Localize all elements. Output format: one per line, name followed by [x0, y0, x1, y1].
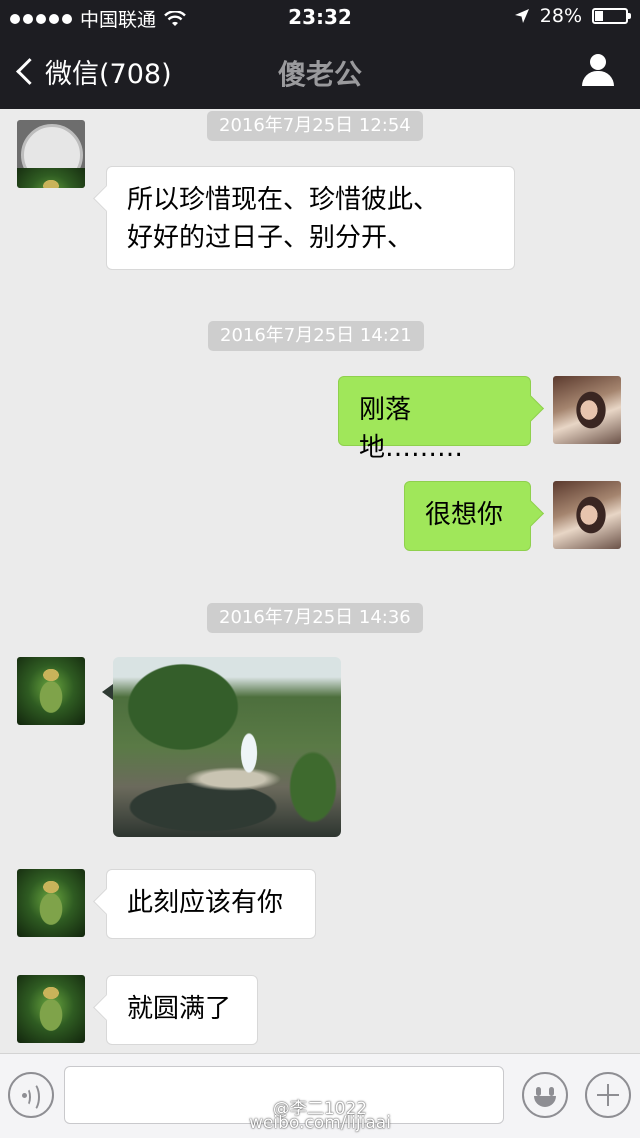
contact-avatar[interactable] [17, 869, 85, 937]
status-bar: 中国联通 23:32 28% [0, 0, 640, 34]
contact-avatar[interactable] [17, 975, 85, 1043]
timestamp: 2016年7月25日 12:54 [207, 111, 423, 141]
chat-title: 傻老公 [277, 58, 362, 91]
timestamp: 2016年7月25日 14:21 [208, 321, 424, 351]
message-text-line: 好好的过日子、别分开、 [127, 223, 414, 253]
waterfall-photo-message[interactable] [113, 657, 341, 837]
battery-icon [592, 8, 631, 24]
my-avatar[interactable] [553, 376, 621, 444]
message-text-line: 所以珍惜现在、珍惜彼此、 [127, 185, 440, 215]
contact-profile-icon[interactable] [582, 54, 614, 88]
outgoing-message-bubble[interactable]: 很想你 [404, 481, 531, 551]
timestamp: 2016年7月25日 14:36 [207, 603, 423, 633]
contact-avatar-loading[interactable] [17, 120, 85, 188]
watermark-url: weibo.com/lijiaai [249, 1113, 391, 1133]
contact-avatar[interactable] [17, 657, 85, 725]
message-text: 刚落地……… [359, 395, 464, 463]
nav-bar: 微信(708) 傻老公 [0, 34, 640, 109]
location-arrow-icon [514, 9, 529, 23]
chat-area[interactable]: 2016年7月25日 12:54 所以珍惜现在、珍惜彼此、 好好的过日子、别分开… [0, 109, 640, 1053]
battery-percent: 28% [539, 5, 582, 27]
message-text: 就圆满了 [127, 994, 232, 1024]
incoming-message-bubble[interactable]: 此刻应该有你 [106, 869, 316, 939]
status-right-group: 28% [514, 5, 631, 27]
message-text: 很想你 [425, 500, 504, 530]
incoming-message-bubble[interactable]: 就圆满了 [106, 975, 258, 1045]
incoming-message-bubble[interactable]: 所以珍惜现在、珍惜彼此、 好好的过日子、别分开、 [106, 166, 515, 270]
image-bubble-tail [102, 684, 113, 700]
outgoing-message-bubble[interactable]: 刚落地……… [338, 376, 531, 463]
my-avatar[interactable] [553, 481, 621, 549]
message-text: 此刻应该有你 [127, 888, 284, 918]
